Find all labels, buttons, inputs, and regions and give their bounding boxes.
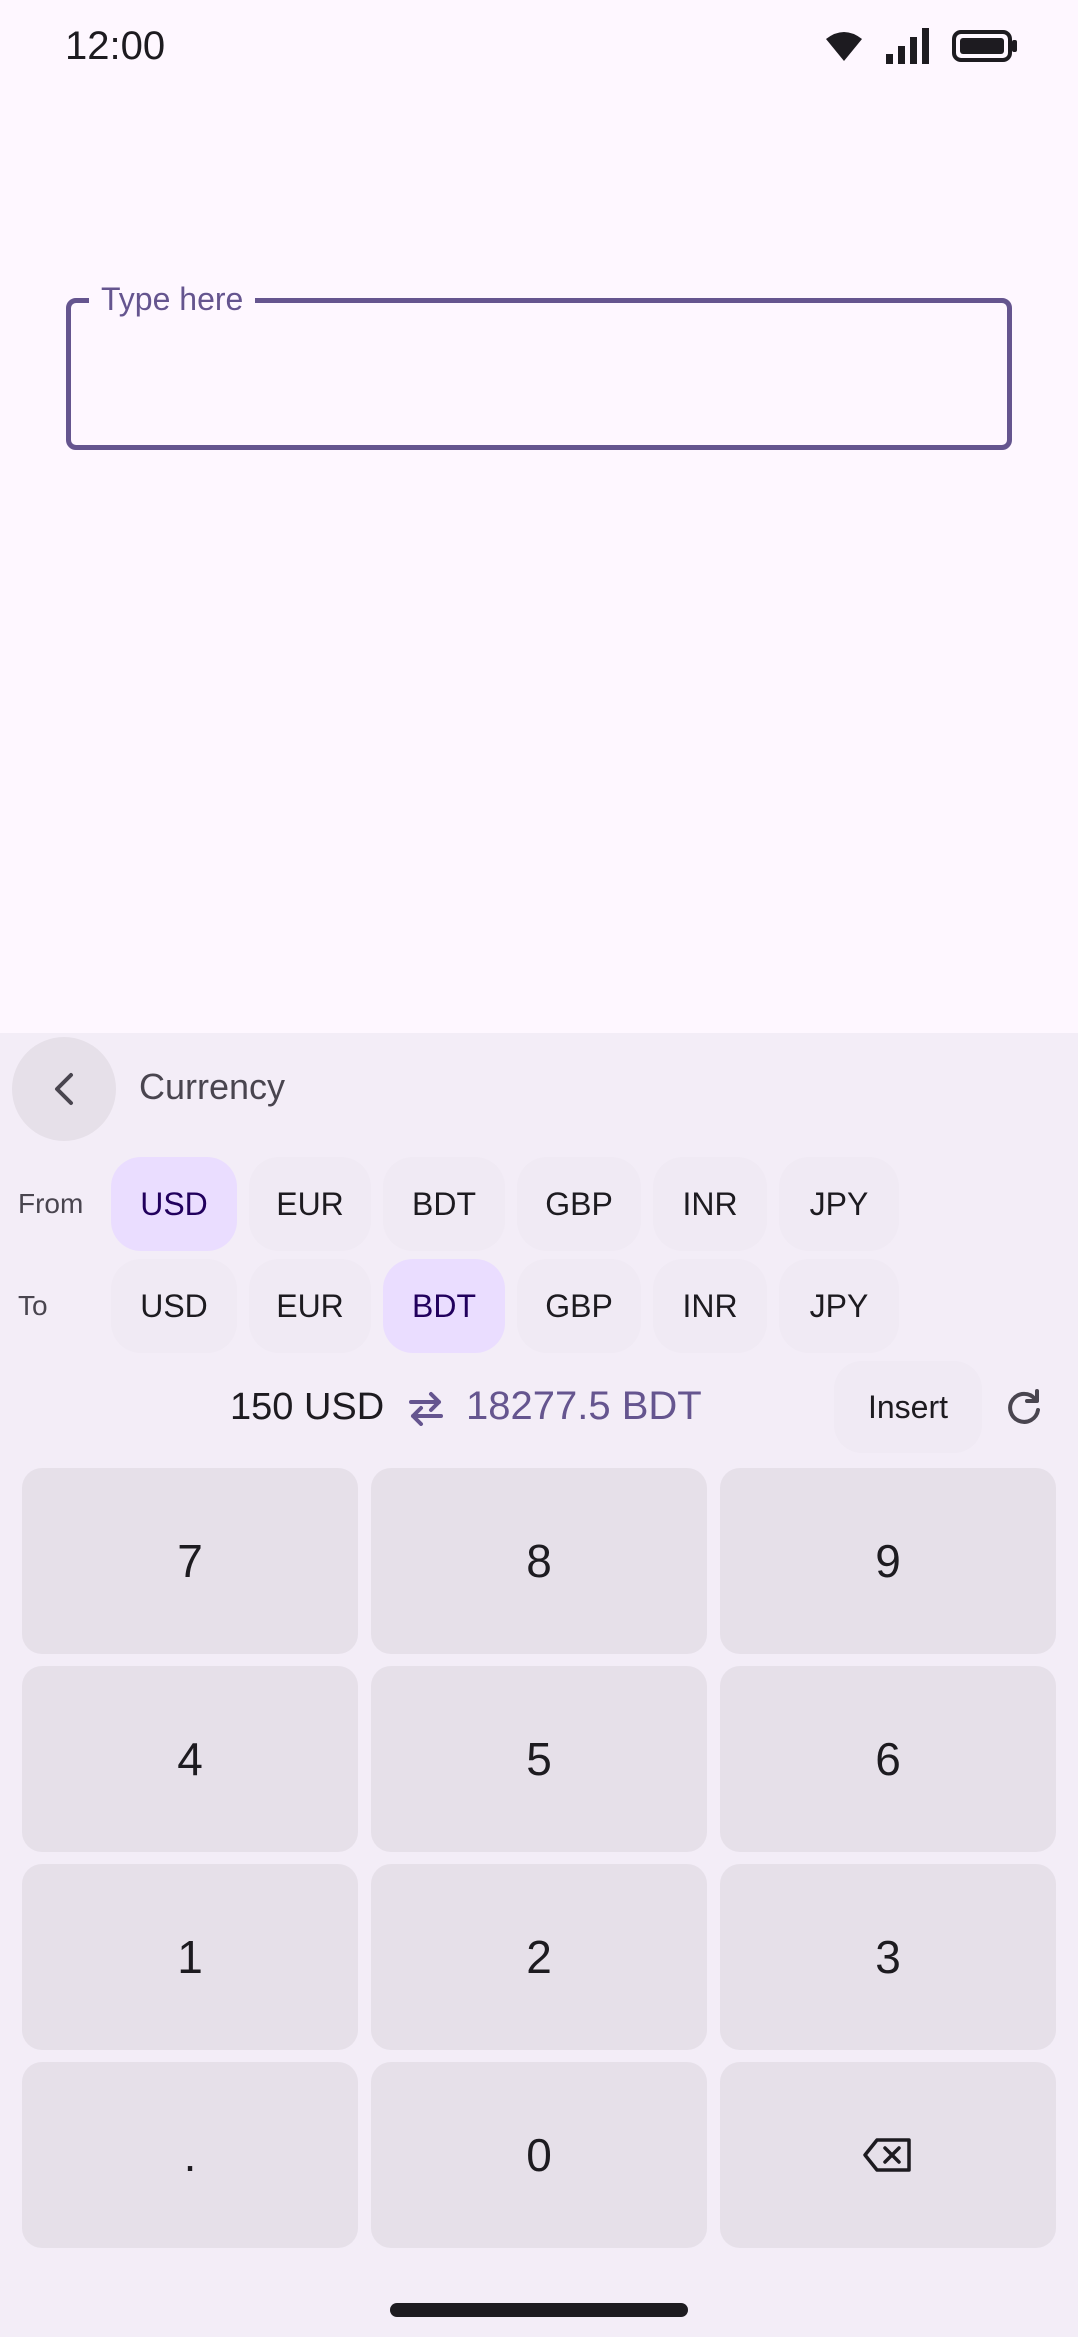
text-input-field[interactable]: Type here bbox=[66, 279, 1012, 450]
from-chip-bdt[interactable]: BDT bbox=[383, 1157, 505, 1251]
chip-label: GBP bbox=[545, 1185, 613, 1222]
key-label: 1 bbox=[177, 1931, 203, 1983]
key-label: 3 bbox=[875, 1931, 901, 1983]
to-chip-bdt[interactable]: BDT bbox=[383, 1259, 505, 1353]
signal-icon bbox=[886, 28, 929, 64]
key-label: 7 bbox=[177, 1535, 203, 1587]
key-label: 2 bbox=[526, 1931, 552, 1983]
key-2[interactable]: 2 bbox=[371, 1864, 707, 2050]
to-chip-inr[interactable]: INR bbox=[653, 1259, 767, 1353]
key-5[interactable]: 5 bbox=[371, 1666, 707, 1852]
key-label: 5 bbox=[526, 1733, 552, 1785]
wifi-icon bbox=[826, 32, 862, 61]
chip-label: EUR bbox=[276, 1185, 344, 1222]
key-label: 6 bbox=[875, 1733, 901, 1785]
from-chip-usd[interactable]: USD bbox=[111, 1157, 237, 1251]
chip-label: GBP bbox=[545, 1287, 613, 1324]
key-9[interactable]: 9 bbox=[720, 1468, 1056, 1654]
chip-label: JPY bbox=[809, 1185, 869, 1222]
from-label: From bbox=[18, 1188, 84, 1219]
status-time: 12:00 bbox=[65, 24, 166, 68]
key-label: 4 bbox=[177, 1733, 203, 1785]
backspace-icon bbox=[863, 2138, 911, 2172]
panel-title: Currency bbox=[139, 1066, 286, 1107]
to-chip-gbp[interactable]: GBP bbox=[517, 1259, 641, 1353]
text-input-label: Type here bbox=[89, 279, 256, 319]
conversion-from-amount: 150 USD bbox=[230, 1386, 385, 1428]
key-4[interactable]: 4 bbox=[22, 1666, 358, 1852]
key-label: 8 bbox=[526, 1535, 552, 1587]
chip-label: INR bbox=[682, 1287, 738, 1324]
to-currency-chips: USD EUR BDT GBP INR JPY bbox=[111, 1259, 899, 1353]
insert-button-label: Insert bbox=[867, 1388, 949, 1425]
from-chip-jpy[interactable]: JPY bbox=[779, 1157, 899, 1251]
to-chip-jpy[interactable]: JPY bbox=[779, 1259, 899, 1353]
home-indicator[interactable] bbox=[390, 2303, 688, 2317]
chip-label: BDT bbox=[412, 1287, 476, 1324]
screen: 12:00 Type here Currency From USD EUR BD… bbox=[0, 0, 1078, 2337]
from-chip-gbp[interactable]: GBP bbox=[517, 1157, 641, 1251]
key-backspace[interactable] bbox=[720, 2062, 1056, 2248]
key-decimal[interactable]: . bbox=[22, 2062, 358, 2248]
from-currency-chips: USD EUR BDT GBP INR JPY bbox=[111, 1157, 899, 1251]
to-chip-eur[interactable]: EUR bbox=[249, 1259, 371, 1353]
chip-label: JPY bbox=[809, 1287, 869, 1324]
conversion-to-amount: 18277.5 BDT bbox=[466, 1384, 702, 1428]
chip-label: INR bbox=[682, 1185, 738, 1222]
swap-arrows-icon bbox=[409, 1392, 443, 1426]
key-8[interactable]: 8 bbox=[371, 1468, 707, 1654]
refresh-icon[interactable] bbox=[1004, 1388, 1044, 1428]
from-chip-eur[interactable]: EUR bbox=[249, 1157, 371, 1251]
battery-icon bbox=[952, 30, 1017, 62]
insert-button[interactable]: Insert bbox=[834, 1361, 982, 1453]
status-bar: 12:00 bbox=[0, 0, 1078, 96]
to-label: To bbox=[18, 1290, 48, 1321]
chip-label: EUR bbox=[276, 1287, 344, 1324]
key-label: . bbox=[183, 2129, 197, 2181]
chip-label: USD bbox=[140, 1185, 208, 1222]
key-0[interactable]: 0 bbox=[371, 2062, 707, 2248]
key-1[interactable]: 1 bbox=[22, 1864, 358, 2050]
key-7[interactable]: 7 bbox=[22, 1468, 358, 1654]
back-button[interactable] bbox=[12, 1037, 116, 1141]
chip-label: USD bbox=[140, 1287, 208, 1324]
to-chip-usd[interactable]: USD bbox=[111, 1259, 237, 1353]
key-6[interactable]: 6 bbox=[720, 1666, 1056, 1852]
chip-label: BDT bbox=[412, 1185, 476, 1222]
chevron-left-icon bbox=[55, 1073, 73, 1105]
from-chip-inr[interactable]: INR bbox=[653, 1157, 767, 1251]
key-label: 9 bbox=[875, 1535, 901, 1587]
status-icons bbox=[824, 28, 1018, 64]
key-3[interactable]: 3 bbox=[720, 1864, 1056, 2050]
key-label: 0 bbox=[526, 2129, 552, 2181]
